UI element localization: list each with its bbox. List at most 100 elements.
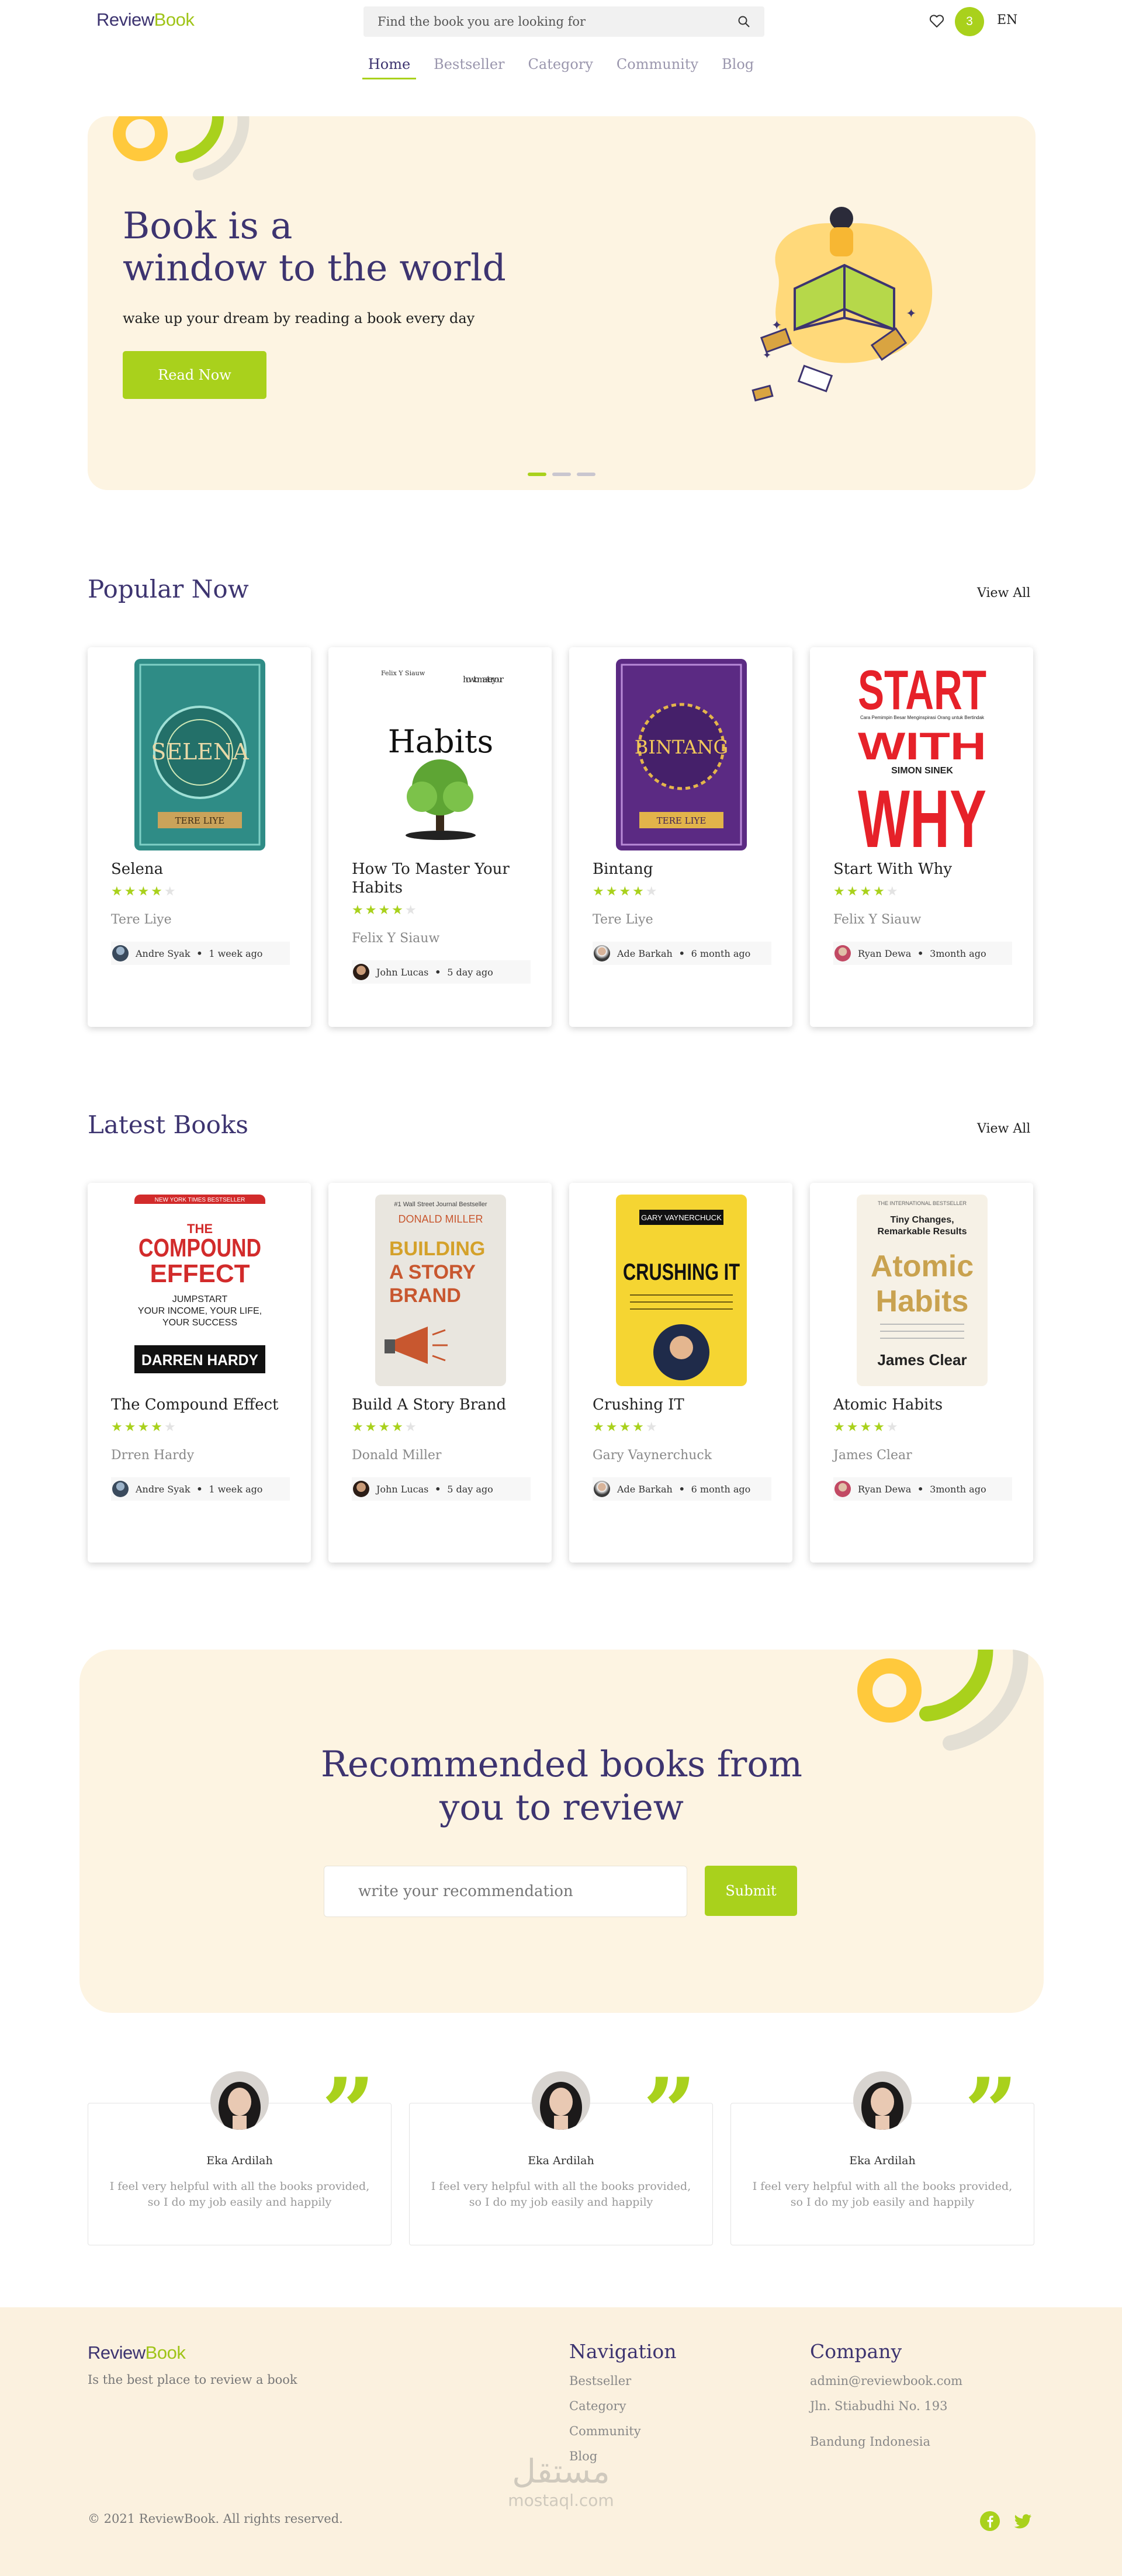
submit-button[interactable]: Submit	[705, 1866, 797, 1916]
search-icon[interactable]	[737, 15, 750, 28]
nav-category[interactable]: Category	[517, 56, 605, 79]
logo[interactable]: ReviewBook	[96, 9, 195, 30]
review-time: 5 day ago	[447, 1483, 493, 1495]
rating-stars: ★★★★★	[111, 884, 178, 899]
rating-stars: ★★★★★	[352, 1420, 418, 1435]
reviewer-name: Andre Syak	[136, 1483, 191, 1495]
reading-girl-illustration: ✦ ✦ ✦	[752, 207, 933, 402]
copyright: © 2021 ReviewBook. All rights reserved.	[88, 2512, 343, 2526]
hero-title-line2: window to the world	[123, 247, 506, 289]
cover-compound-t2: COMPOUND	[138, 1234, 261, 1262]
footer-logo[interactable]: ReviewBook	[88, 2342, 186, 2363]
footer-email[interactable]: admin@reviewbook.com	[810, 2374, 962, 2388]
cover-compound-s1: JUMPSTART	[172, 1294, 228, 1304]
book-author: Felix Y Siauw	[833, 912, 922, 927]
search-placeholder: Find the book you are looking for	[378, 15, 586, 29]
rating-stars: ★★★★★	[833, 884, 900, 899]
review-meta: John Lucas • 5 day ago	[352, 1477, 531, 1501]
book-title[interactable]: Selena	[111, 860, 292, 879]
testimonial-name: Eka Ardilah	[528, 2154, 594, 2167]
facebook-icon[interactable]	[979, 2511, 1000, 2532]
main-nav: Home Bestseller Category Community Blog	[0, 56, 1122, 79]
search-input[interactable]: Find the book you are looking for	[363, 6, 764, 37]
footer: ReviewBook Is the best place to review a…	[0, 2307, 1122, 2576]
rating-stars: ★★★★★	[111, 1420, 178, 1435]
book-card[interactable]: START Cara Pemimpin Besar Menginspirasi …	[810, 647, 1033, 1027]
book-title[interactable]: Start With Why	[833, 860, 1014, 879]
recommendation-input[interactable]	[324, 1866, 687, 1917]
book-card[interactable]: #1 Wall Street Journal Bestseller DONALD…	[328, 1183, 552, 1563]
review-meta: Andre Syak • 1 week ago	[111, 1477, 290, 1501]
review-meta: Ryan Dewa • 3month ago	[833, 942, 1012, 965]
nav-home[interactable]: Home	[356, 56, 422, 79]
carousel-dots	[528, 473, 595, 476]
cover-compound-s2: YOUR INCOME, YOUR LIFE,	[138, 1306, 262, 1316]
testimonial-text: I feel very helpful with all the books p…	[730, 2179, 1034, 2210]
latest-view-all[interactable]: View All	[977, 1122, 1030, 1136]
book-title[interactable]: The Compound Effect	[111, 1395, 292, 1414]
heart-icon[interactable]	[929, 14, 944, 28]
watermark-latin: mostaql.com	[508, 2491, 614, 2510]
book-card[interactable]: THE INTERNATIONAL BESTSELLER Tiny Change…	[810, 1183, 1033, 1563]
rating-stars: ★★★★★	[352, 903, 418, 918]
book-cover: NEW YORK TIMES BESTSELLER THE COMPOUND E…	[134, 1195, 265, 1386]
cover-atomic-author: James Clear	[877, 1351, 967, 1369]
nav-blog[interactable]: Blog	[710, 56, 766, 79]
avatar	[594, 945, 610, 961]
cover-selena-title: SELENA	[151, 739, 249, 765]
testimonial-card: ” Eka Ardilah I feel very helpful with a…	[88, 2065, 392, 2258]
book-title[interactable]: Build A Story Brand	[352, 1395, 533, 1414]
cover-atomic-t2: Habits	[876, 1284, 969, 1318]
carousel-dot-1[interactable]	[528, 473, 546, 476]
hero-title: Book is a window to the world	[123, 205, 506, 289]
book-card[interactable]: SELENA TERE LIYE Selena ★★★★★ Tere Liye …	[88, 647, 311, 1027]
book-author: Drren Hardy	[111, 1448, 195, 1463]
avatar	[112, 945, 129, 961]
nav-bestseller[interactable]: Bestseller	[422, 56, 516, 79]
testimonial-text: I feel very helpful with all the books p…	[409, 2179, 713, 2210]
reviewer-name: Ryan Dewa	[858, 947, 912, 959]
book-title[interactable]: Crushing IT	[593, 1395, 774, 1414]
cover-crushing-title: CRUSHING IT	[623, 1259, 740, 1285]
review-time: 6 month ago	[691, 947, 751, 959]
cover-compound-t3: EFFECT	[150, 1259, 250, 1288]
book-author: Felix Y Siauw	[352, 931, 440, 946]
testimonial-line2: so I do my job easily and happily	[469, 2196, 653, 2209]
review-meta: Ryan Dewa • 3month ago	[833, 1477, 1012, 1501]
book-cover: Felix Y Siauw how to master your Habits	[375, 659, 506, 850]
cover-brand-t2: A STORY	[389, 1261, 476, 1283]
hero-title-line1: Book is a	[123, 204, 293, 247]
rating-stars: ★★★★★	[593, 1420, 659, 1435]
book-title[interactable]: Atomic Habits	[833, 1395, 1014, 1414]
footer-link-category[interactable]: Category	[569, 2399, 626, 2413]
language-switch[interactable]: EN	[997, 13, 1017, 27]
book-card[interactable]: Felix Y Siauw how to master your Habits …	[328, 647, 552, 1027]
footer-link-community[interactable]: Community	[569, 2424, 641, 2438]
book-title[interactable]: How To Master Your Habits	[352, 860, 533, 897]
popular-view-all[interactable]: View All	[977, 586, 1030, 600]
reviewer-name: Ryan Dewa	[858, 1483, 912, 1495]
nav-community[interactable]: Community	[605, 56, 710, 79]
review-meta: Ade Barkah • 6 month ago	[593, 1477, 771, 1501]
cart-badge[interactable]: 3	[955, 7, 984, 36]
cover-selena-author: TERE LIYE	[175, 815, 225, 826]
carousel-dot-3[interactable]	[577, 473, 595, 476]
footer-address-2: Bandung Indonesia	[810, 2435, 930, 2449]
cover-habits-author: Felix Y Siauw	[381, 669, 425, 677]
book-card[interactable]: NEW YORK TIMES BESTSELLER THE COMPOUND E…	[88, 1183, 311, 1563]
review-time: 3month ago	[930, 947, 986, 959]
cover-brand-top: #1 Wall Street Journal Bestseller	[394, 1201, 487, 1208]
twitter-icon[interactable]	[1012, 2511, 1033, 2532]
book-title[interactable]: Bintang	[593, 860, 774, 879]
book-card[interactable]: BINTANG TERE LIYE Bintang ★★★★★ Tere Liy…	[569, 647, 792, 1027]
avatar	[210, 2071, 269, 2130]
recommend-title-line1: Recommended books from	[320, 1744, 803, 1785]
book-cover: #1 Wall Street Journal Bestseller DONALD…	[375, 1195, 506, 1386]
book-card[interactable]: GARY VAYNERCHUCK CRUSHING IT Crushing IT…	[569, 1183, 792, 1563]
cover-why-line3: WHY	[858, 773, 986, 850]
footer-link-bestseller[interactable]: Bestseller	[569, 2374, 631, 2388]
carousel-dot-2[interactable]	[552, 473, 571, 476]
read-now-button[interactable]: Read Now	[123, 351, 266, 399]
latest-title: Latest Books	[88, 1110, 248, 1139]
cover-brand-t1: BUILDING	[389, 1238, 485, 1260]
